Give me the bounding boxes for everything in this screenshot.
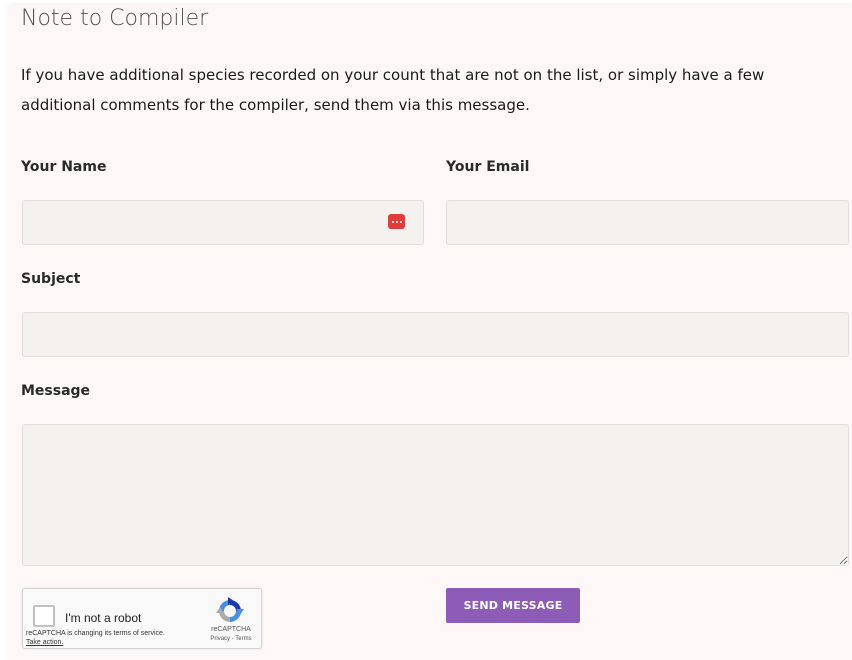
recaptcha-notice: reCAPTCHA is changing its terms of servi…	[26, 629, 165, 647]
email-label: Your Email	[446, 159, 530, 175]
name-input[interactable]	[22, 200, 424, 245]
recaptcha-widget: I'm not a robot reCAPTCHA is changing it…	[22, 588, 262, 649]
send-message-button[interactable]: SEND MESSAGE	[446, 588, 580, 623]
recaptcha-take-action-link[interactable]: Take action.	[26, 638, 165, 647]
recaptcha-logo-icon	[216, 597, 244, 622]
subject-label: Subject	[21, 271, 81, 287]
page-title: Note to Compiler	[21, 6, 209, 31]
recaptcha-privacy-link[interactable]: Privacy	[210, 636, 230, 642]
recaptcha-brand: reCAPTCHA	[211, 626, 251, 633]
subject-input[interactable]	[22, 312, 849, 357]
message-label: Message	[21, 383, 91, 399]
intro-text: If you have additional species recorded …	[21, 66, 765, 114]
recaptcha-checkbox[interactable]	[33, 605, 55, 627]
recaptcha-links: Privacy - Terms	[205, 636, 257, 642]
password-manager-icon[interactable]	[388, 214, 405, 229]
recaptcha-notice-text: reCAPTCHA is changing its terms of servi…	[26, 630, 165, 637]
recaptcha-checkbox-label: I'm not a robot	[65, 611, 142, 625]
message-textarea[interactable]	[22, 424, 849, 566]
name-label: Your Name	[21, 159, 107, 175]
recaptcha-terms-link[interactable]: Terms	[235, 636, 251, 642]
email-input[interactable]	[446, 200, 849, 245]
